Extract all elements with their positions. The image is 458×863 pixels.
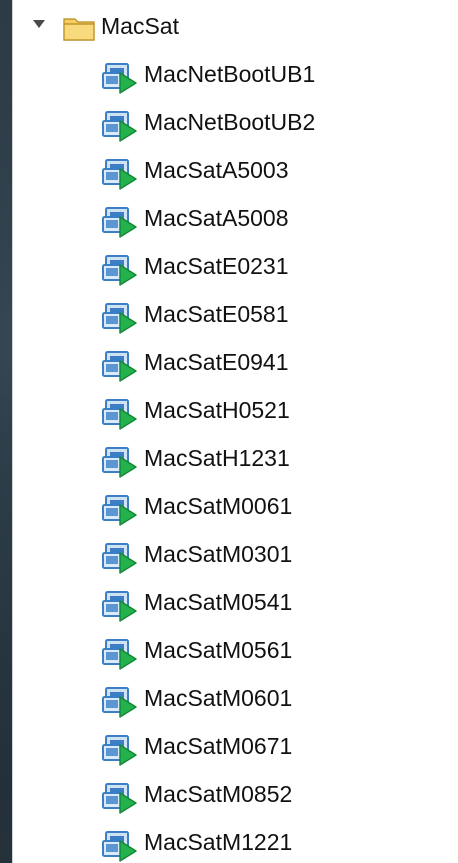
vm-poweredon-icon bbox=[102, 735, 137, 766]
vm-label: MacSatM0852 bbox=[144, 781, 293, 807]
vm-label: MacSatM0561 bbox=[144, 637, 293, 663]
tree-item-vm[interactable]: MacSatH0521 bbox=[13, 390, 458, 430]
vm-poweredon-icon bbox=[102, 831, 137, 862]
vm-poweredon-icon bbox=[102, 639, 137, 670]
vm-poweredon-icon bbox=[102, 591, 137, 622]
vm-poweredon-icon bbox=[102, 207, 137, 238]
tree-item-vm[interactable]: MacSatM1221 bbox=[13, 822, 458, 862]
tree-item-vm[interactable]: MacSatM0541 bbox=[13, 582, 458, 622]
vm-label: MacSatA5003 bbox=[144, 157, 289, 183]
vm-poweredon-icon bbox=[102, 687, 137, 718]
tree-item-vm[interactable]: MacSatE0231 bbox=[13, 246, 458, 286]
vm-poweredon-icon bbox=[102, 351, 137, 382]
vm-poweredon-icon bbox=[102, 399, 137, 430]
vm-label: MacSatM0541 bbox=[144, 589, 293, 615]
vm-poweredon-icon bbox=[102, 303, 137, 334]
vm-poweredon-icon bbox=[102, 447, 137, 478]
tree-item-vm[interactable]: MacSatM0561 bbox=[13, 630, 458, 670]
tree-item-vm[interactable]: MacNetBootUB2 bbox=[13, 102, 458, 142]
folder-label: MacSat bbox=[101, 13, 179, 39]
tree-item-vm[interactable]: MacNetBootUB1 bbox=[13, 54, 458, 94]
vm-label: MacSatH0521 bbox=[144, 397, 290, 423]
vm-label: MacSatA5008 bbox=[144, 205, 289, 231]
vm-poweredon-icon bbox=[102, 111, 137, 142]
tree-item-vm[interactable]: MacSatA5008 bbox=[13, 198, 458, 238]
vm-label: MacSatM0671 bbox=[144, 733, 293, 759]
inventory-tree-panel: MacSat MacNetBootUB1 MacNetBootUB2 MacSatA… bbox=[12, 0, 458, 863]
tree-item-vm[interactable]: MacSatM0852 bbox=[13, 774, 458, 814]
vm-poweredon-icon bbox=[102, 63, 137, 94]
vm-poweredon-icon bbox=[102, 159, 137, 190]
vm-label: MacSatE0581 bbox=[144, 301, 289, 327]
vm-label: MacSatM0061 bbox=[144, 493, 293, 519]
tree-item-vm[interactable]: MacSatH1231 bbox=[13, 438, 458, 478]
vm-label: MacSatM0601 bbox=[144, 685, 293, 711]
tree-item-vm[interactable]: MacSatM0671 bbox=[13, 726, 458, 766]
tree-item-vm[interactable]: MacSatE0941 bbox=[13, 342, 458, 382]
vm-label: MacNetBootUB2 bbox=[144, 109, 316, 135]
vm-label: MacSatE0231 bbox=[144, 253, 289, 279]
tree-item-vm[interactable]: MacSatM0601 bbox=[13, 678, 458, 718]
tree-item-vm[interactable]: MacSatA5003 bbox=[13, 150, 458, 190]
folder-icon bbox=[63, 18, 95, 41]
vm-label: MacNetBootUB1 bbox=[144, 61, 316, 87]
vm-label: MacSatE0941 bbox=[144, 349, 289, 375]
vm-label: MacSatM0301 bbox=[144, 541, 293, 567]
vm-poweredon-icon bbox=[102, 255, 137, 286]
vm-poweredon-icon bbox=[102, 495, 137, 526]
tree-item-vm[interactable]: MacSatM0061 bbox=[13, 486, 458, 526]
tree-item-vm[interactable]: MacSatM0301 bbox=[13, 534, 458, 574]
tree-folder-macsat[interactable]: MacSat bbox=[13, 8, 458, 44]
disclosure-triangle-icon[interactable] bbox=[33, 20, 45, 28]
vm-label: MacSatH1231 bbox=[144, 445, 290, 471]
vm-poweredon-icon bbox=[102, 783, 137, 814]
tree-item-vm[interactable]: MacSatE0581 bbox=[13, 294, 458, 334]
vm-poweredon-icon bbox=[102, 543, 137, 574]
vm-label: MacSatM1221 bbox=[144, 829, 293, 855]
